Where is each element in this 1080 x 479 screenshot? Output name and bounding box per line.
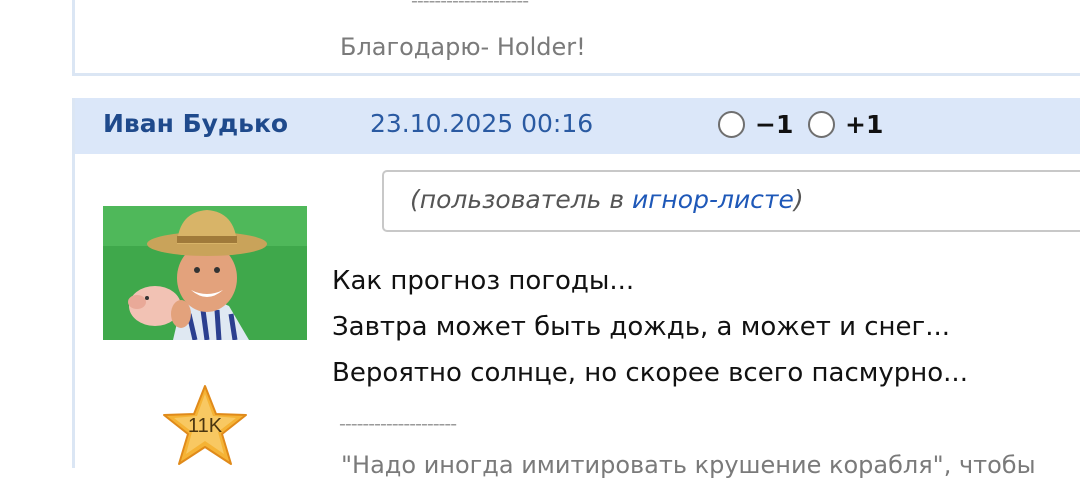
signature-separator: -------------------- [339,413,457,435]
vote-minus[interactable]: −1 [718,110,793,139]
previous-post: -------------------- Благодарю- Holder! [72,0,1080,76]
vote-plus-radio[interactable] [808,111,835,138]
signature-text: "Надо иногда имитировать крушение корабл… [341,451,1036,479]
ignore-suffix: ) [793,185,804,214]
signature-separator: -------------------- [411,0,529,12]
post-body-line: Вероятно солнце, но скорее всего пасмурн… [332,358,968,388]
vote-minus-label: −1 [755,110,794,139]
signature-text: Благодарю- Holder! [340,33,586,61]
author-link[interactable]: Иван Будько [103,109,288,138]
vote-plus[interactable]: +1 [808,110,883,139]
ignore-notice: (пользователь в игнор-листе) [382,170,1080,232]
post-header: Иван Будько 23.10.2025 00:16 −1 +1 [75,98,1080,154]
star-icon: 11K [163,385,247,465]
post-date: 23.10.2025 00:16 [370,109,594,138]
post-body-line: Завтра может быть дождь, а может и снег.… [332,312,951,342]
rank-badge-label: 11K [188,415,223,437]
post-body: Как прогноз погоды... Завтра может быть … [332,258,968,396]
rank-badge: 11K [160,384,250,470]
ignore-prefix: (пользователь в [410,185,633,214]
post-body-line: Как прогноз погоды... [332,266,635,296]
vote-plus-label: +1 [845,110,884,139]
user-avatar[interactable] [103,206,307,340]
forum-post: Иван Будько 23.10.2025 00:16 −1 +1 (поль… [72,98,1080,479]
ignore-list-link[interactable]: игнор-листе [632,185,794,214]
ignore-notice-text: (пользователь в игнор-листе) [410,185,804,214]
vote-minus-radio[interactable] [718,111,745,138]
